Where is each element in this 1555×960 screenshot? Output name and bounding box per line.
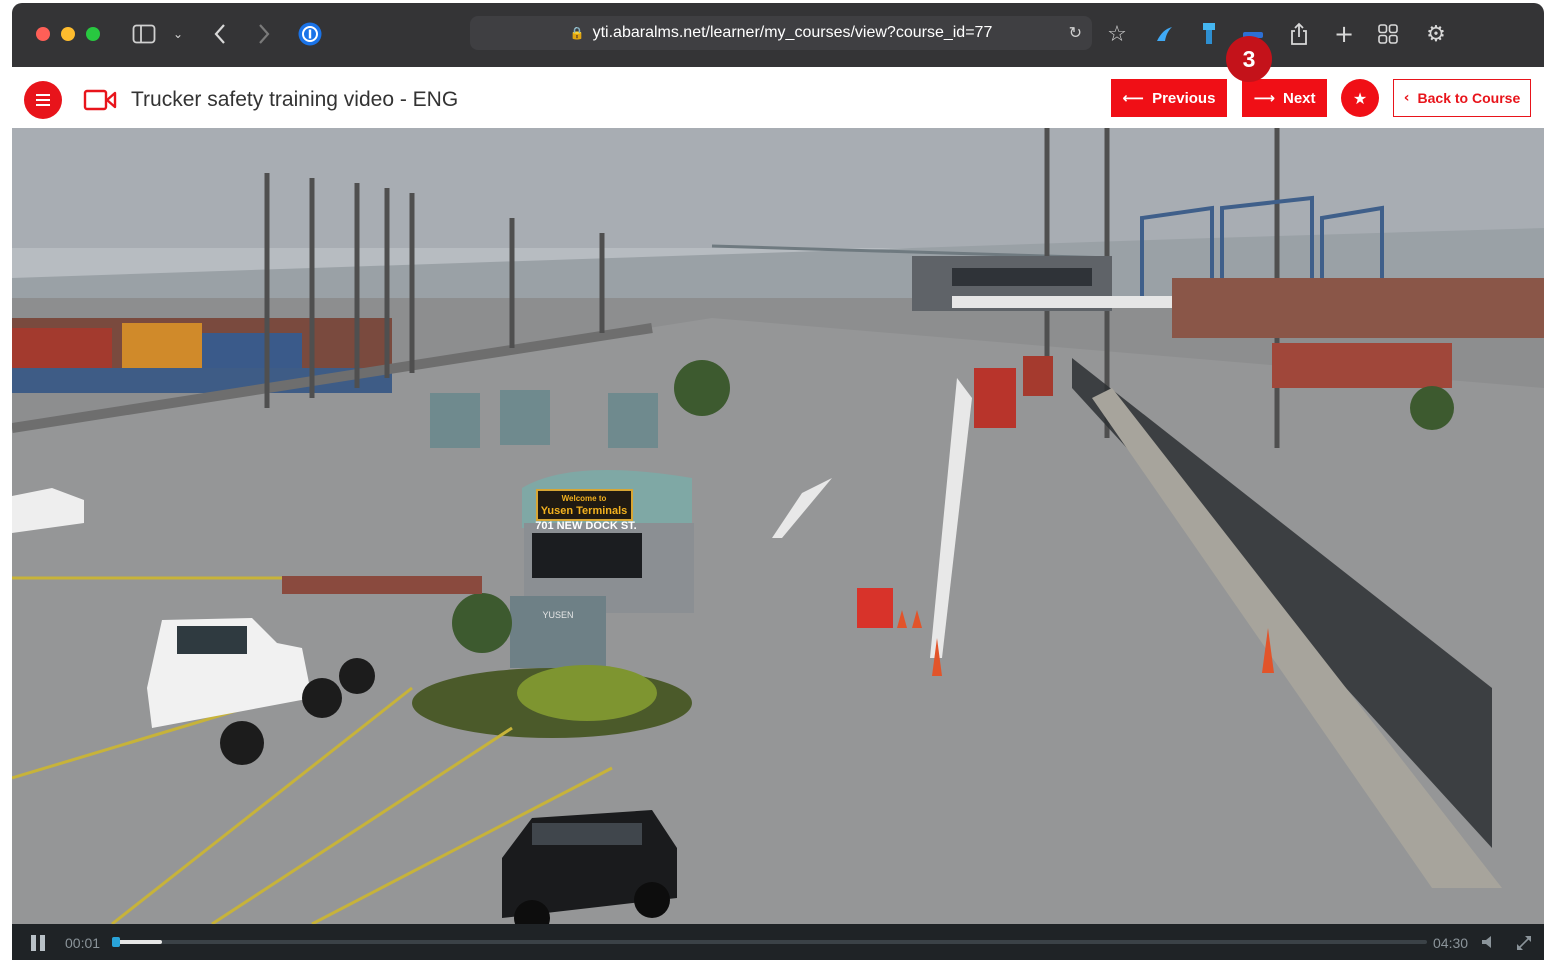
- previous-label: Previous: [1152, 89, 1216, 107]
- forward-arrow-icon[interactable]: [252, 20, 276, 48]
- menu-button[interactable]: [24, 81, 62, 119]
- black-suv: [502, 810, 677, 924]
- reload-icon[interactable]: ↻: [1069, 23, 1082, 42]
- back-to-course-label: Back to Course: [1417, 90, 1521, 106]
- next-label: Next: [1283, 89, 1316, 107]
- progress-bar[interactable]: [112, 937, 1427, 947]
- next-button[interactable]: ⟶ Next: [1242, 79, 1327, 117]
- video-scene: Welcome to Yusen Terminals 701 NEW DOCK …: [12, 128, 1544, 924]
- bookmark-star-icon[interactable]: ☆: [1104, 20, 1130, 48]
- password-manager-icon[interactable]: [297, 20, 323, 48]
- elapsed-time: 00:01: [65, 935, 101, 951]
- page-title: Trucker safety training video - ENG: [131, 88, 459, 111]
- extension-flashlight-icon[interactable]: [1197, 20, 1221, 48]
- duration-time: 04:30: [1433, 935, 1469, 951]
- close-window-button[interactable]: [36, 27, 50, 41]
- favorite-star-button[interactable]: ★: [1341, 79, 1379, 117]
- arrow-right-icon: ⟶: [1253, 89, 1275, 107]
- settings-gear-icon[interactable]: ⚙: [1423, 20, 1449, 48]
- video-camera-icon: [83, 89, 117, 111]
- volume-icon[interactable]: [1480, 935, 1496, 949]
- sidebar-toggle-icon[interactable]: [131, 20, 157, 48]
- back-arrow-icon[interactable]: [208, 20, 232, 48]
- star-icon: ★: [1352, 88, 1368, 108]
- fullscreen-icon[interactable]: [1515, 934, 1533, 952]
- url-text: yti.abaralms.net/learner/my_courses/view…: [592, 24, 993, 41]
- pause-icon-bar: [40, 935, 45, 951]
- gate-sign-welcome: Welcome to: [562, 494, 607, 503]
- previous-button[interactable]: ⟵ Previous: [1111, 79, 1227, 117]
- arrow-left-icon: ⟵: [1122, 89, 1145, 107]
- progress-handle[interactable]: [112, 937, 120, 947]
- zoom-window-button[interactable]: [86, 27, 100, 41]
- chevron-left-icon: ‹: [1403, 90, 1410, 106]
- pause-icon: [31, 935, 36, 951]
- hamburger-icon: [36, 99, 50, 101]
- chevron-down-icon[interactable]: ⌄: [170, 20, 186, 48]
- notification-badge: 3: [1226, 36, 1272, 82]
- minimize-window-button[interactable]: [61, 27, 75, 41]
- monument-sign-text: YUSEN: [542, 610, 573, 620]
- share-icon[interactable]: [1287, 20, 1311, 48]
- address-bar[interactable]: 🔒 yti.abaralms.net/learner/my_courses/vi…: [470, 16, 1092, 50]
- back-to-course-button[interactable]: ‹ Back to Course: [1393, 79, 1531, 117]
- video-frame[interactable]: Welcome to Yusen Terminals 701 NEW DOCK …: [12, 128, 1544, 924]
- new-tab-plus-icon[interactable]: +: [1332, 20, 1356, 48]
- gate-sign-name: Yusen Terminals: [541, 505, 628, 517]
- pause-button[interactable]: [30, 935, 46, 951]
- extension-bird-icon[interactable]: [1151, 20, 1177, 48]
- tab-overview-icon[interactable]: [1376, 20, 1400, 48]
- lock-icon: 🔒: [569, 26, 585, 40]
- gate-address: 701 NEW DOCK ST.: [535, 520, 636, 532]
